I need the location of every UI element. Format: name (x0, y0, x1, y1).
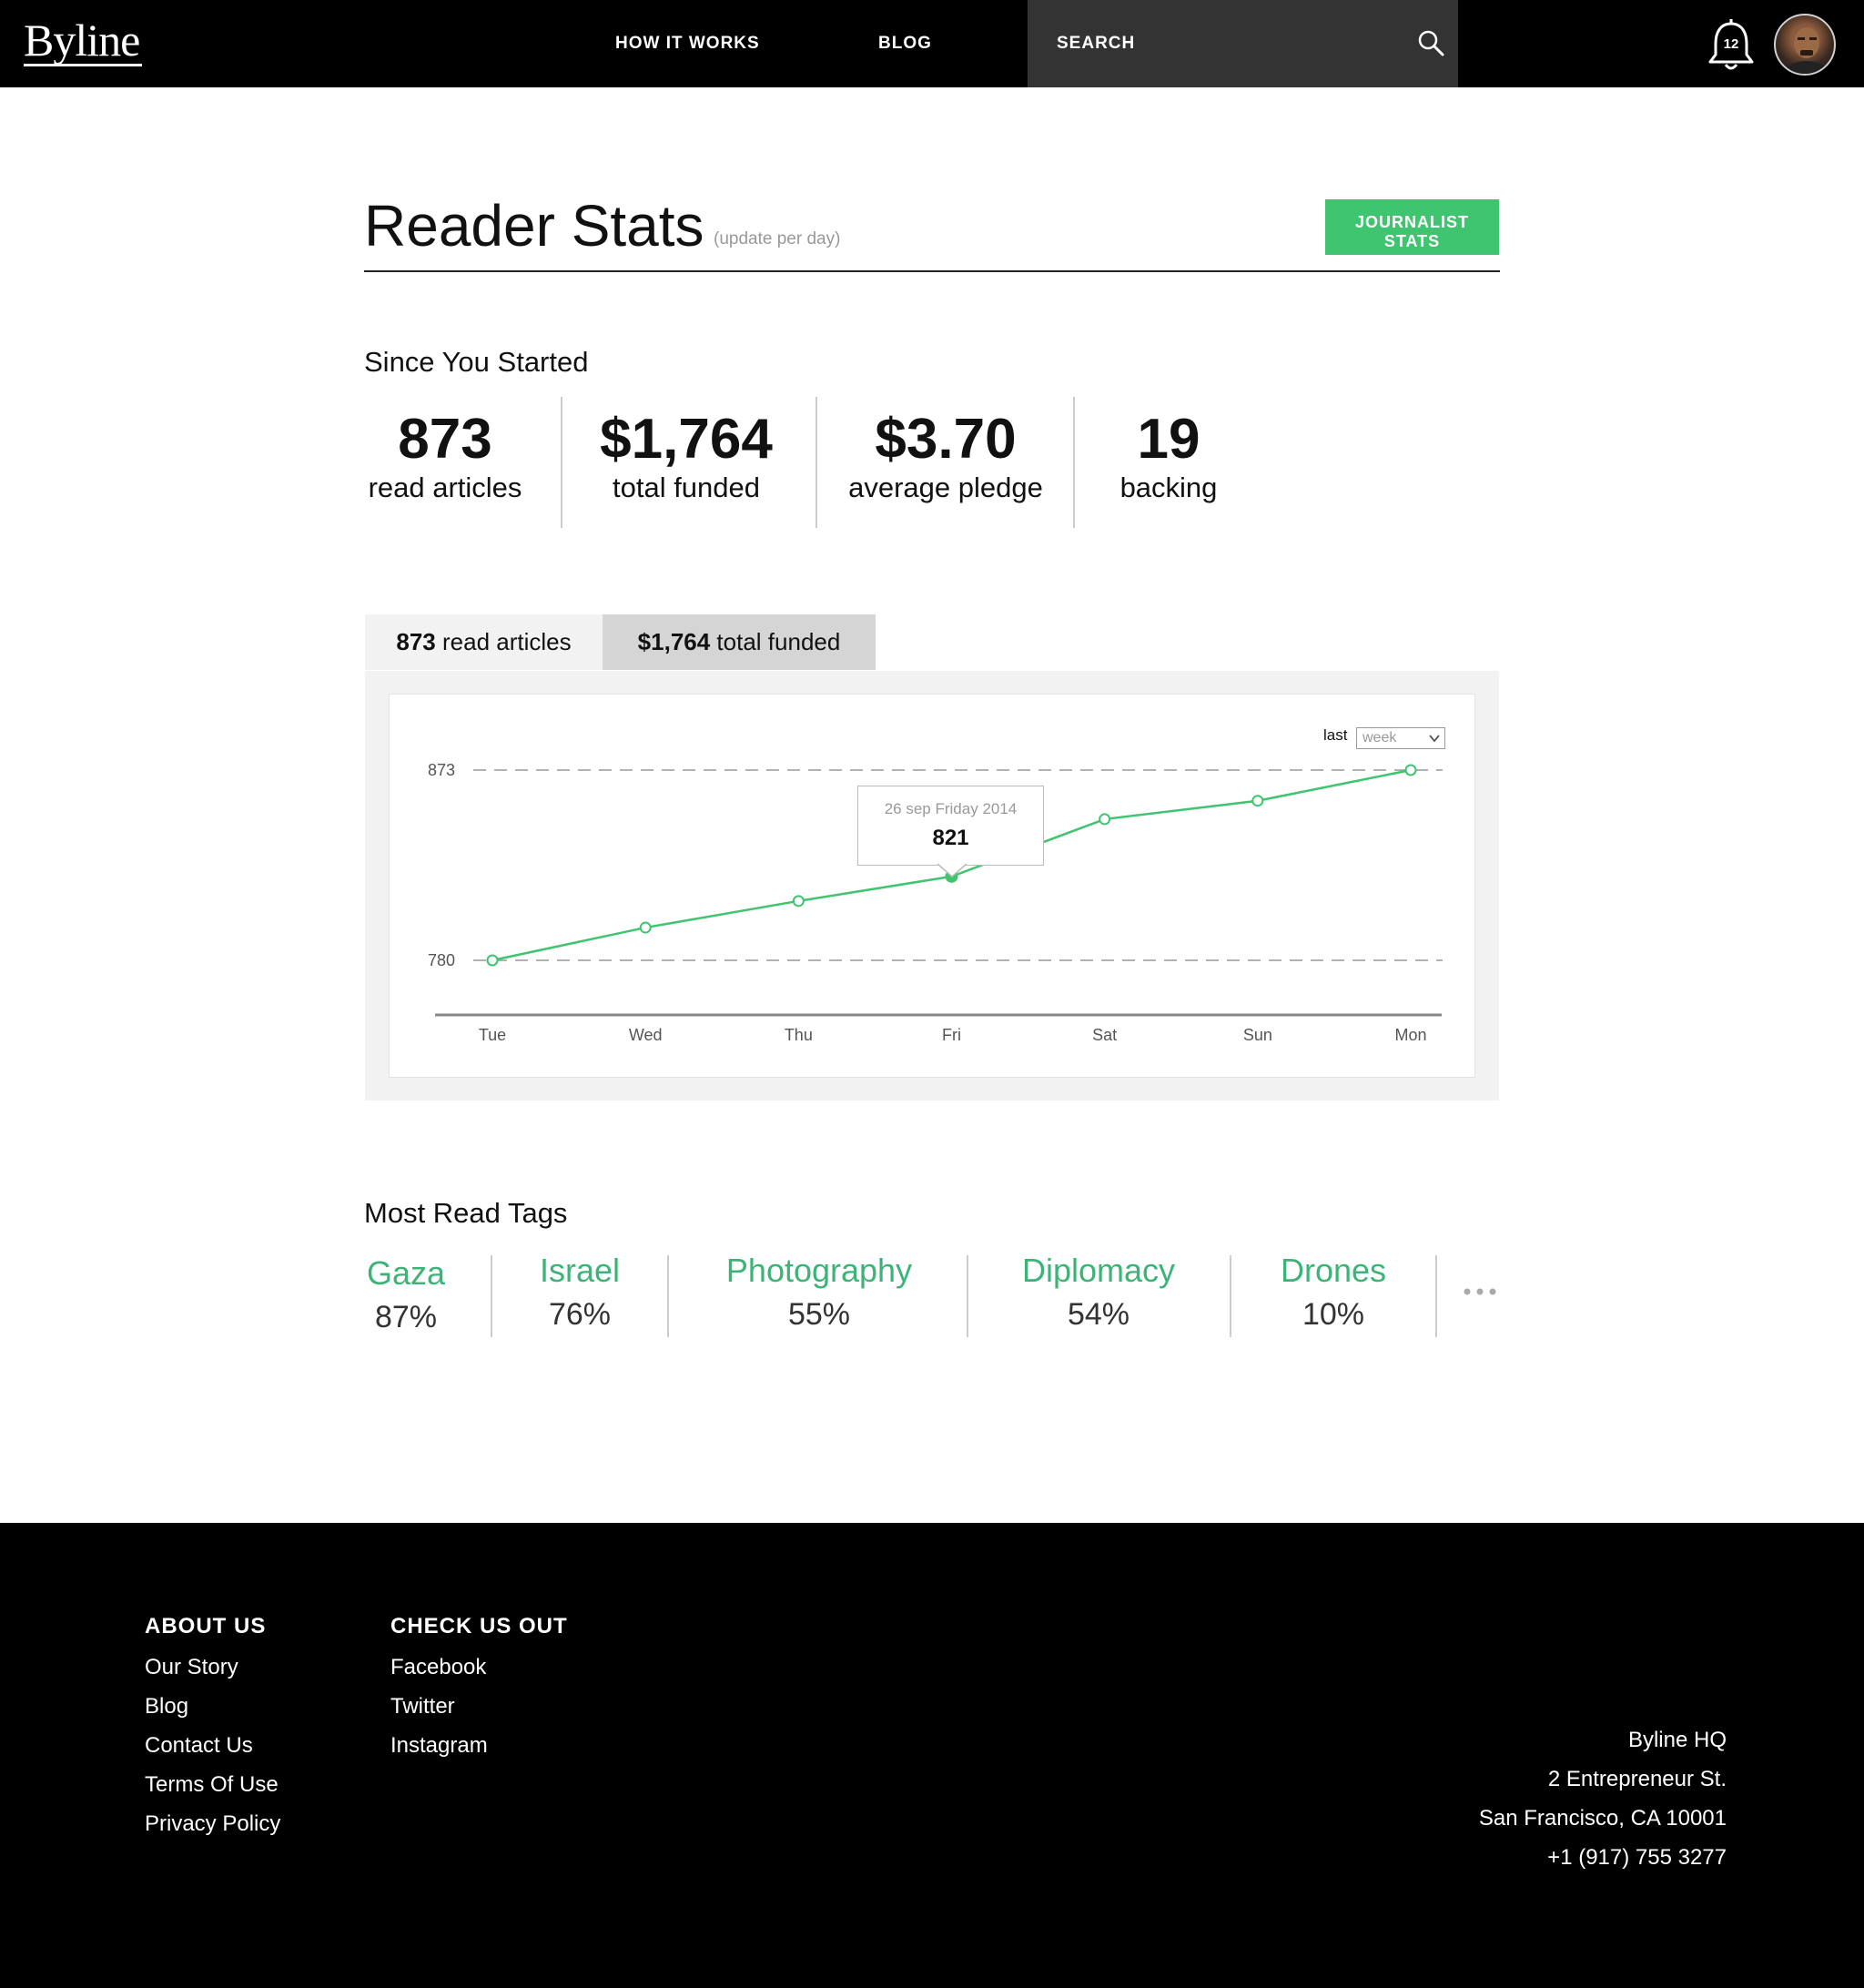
tag-percent: 10% (1302, 1297, 1365, 1332)
tag-divider (491, 1255, 492, 1337)
footer-check-heading: CHECK US OUT (390, 1614, 568, 1638)
tag-percent: 55% (787, 1297, 851, 1332)
y-tick-label: 873 (428, 761, 455, 779)
tooltip-date: 26 sep Friday 2014 (884, 800, 1018, 817)
tag-name: Gaza (366, 1254, 446, 1292)
tag-divider (1230, 1255, 1231, 1337)
x-tick-label: Fri (942, 1026, 961, 1044)
tag-percent: 54% (1067, 1297, 1130, 1332)
tag-diplomacy[interactable]: Diplomacy 54% (997, 1252, 1200, 1334)
address-phone: +1 (917) 755 3277 (1547, 1845, 1727, 1870)
line-chart: 780 873 Tue Wed Thu Fri Sat Sun Mon (428, 761, 1443, 1044)
footer-link-twitter[interactable]: Twitter (390, 1694, 455, 1719)
chevron-down-icon (1429, 735, 1440, 743)
footer-link-privacy[interactable]: Privacy Policy (145, 1811, 280, 1837)
data-point (1404, 764, 1417, 776)
tag-percent: 87% (374, 1300, 438, 1334)
period-label: last (1323, 726, 1348, 744)
y-tick-label: 780 (428, 951, 455, 969)
tag-divider (667, 1255, 669, 1337)
tag-name: Photography (725, 1252, 913, 1289)
tooltip-pointer (937, 863, 967, 877)
x-tick-label: Tue (479, 1026, 506, 1044)
tag-drones[interactable]: Drones 10% (1256, 1252, 1411, 1334)
address-city: San Francisco, CA 10001 (1478, 1806, 1727, 1831)
footer: ABOUT US Our Story Blog Contact Us Terms… (0, 1523, 1864, 1988)
tag-percent: 76% (548, 1297, 612, 1332)
footer-link-facebook[interactable]: Facebook (390, 1655, 486, 1680)
tag-israel[interactable]: Israel 76% (519, 1252, 641, 1334)
tags-title: Most Read Tags (364, 1197, 568, 1229)
footer-link-terms[interactable]: Terms Of Use (145, 1772, 279, 1798)
x-tick-label: Wed (629, 1026, 663, 1044)
data-point (1251, 795, 1264, 807)
period-selected: week (1363, 730, 1397, 746)
period-dropdown[interactable]: week (1356, 727, 1445, 749)
address-company: Byline HQ (1627, 1728, 1727, 1752)
footer-link-blog[interactable]: Blog (145, 1694, 188, 1719)
more-dots-icon[interactable] (1462, 1285, 1498, 1298)
data-point (486, 954, 499, 967)
x-tick-label: Sat (1092, 1026, 1117, 1044)
tag-gaza[interactable]: Gaza 87% (360, 1254, 451, 1336)
data-point (639, 921, 652, 934)
tag-name: Israel (539, 1252, 621, 1289)
tooltip-value: 821 (932, 826, 969, 850)
footer-about-heading: ABOUT US (145, 1614, 267, 1638)
footer-link-instagram[interactable]: Instagram (390, 1733, 488, 1759)
data-point (1099, 813, 1111, 826)
address-street: 2 Entrepreneur St. (1547, 1767, 1727, 1791)
chart-tooltip: 26 sep Friday 2014 821 (857, 786, 1044, 866)
tag-photography[interactable]: Photography 55% (696, 1252, 942, 1334)
x-tick-label: Mon (1394, 1026, 1426, 1044)
data-point (792, 895, 805, 908)
tag-name: Diplomacy (1021, 1252, 1176, 1289)
x-tick-label: Thu (785, 1026, 813, 1044)
tag-divider (967, 1255, 968, 1337)
tag-divider (1435, 1255, 1437, 1337)
footer-link-contact-us[interactable]: Contact Us (145, 1733, 253, 1759)
tag-name: Drones (1280, 1252, 1387, 1289)
x-tick-label: Sun (1243, 1026, 1272, 1044)
footer-link-our-story[interactable]: Our Story (145, 1655, 238, 1680)
